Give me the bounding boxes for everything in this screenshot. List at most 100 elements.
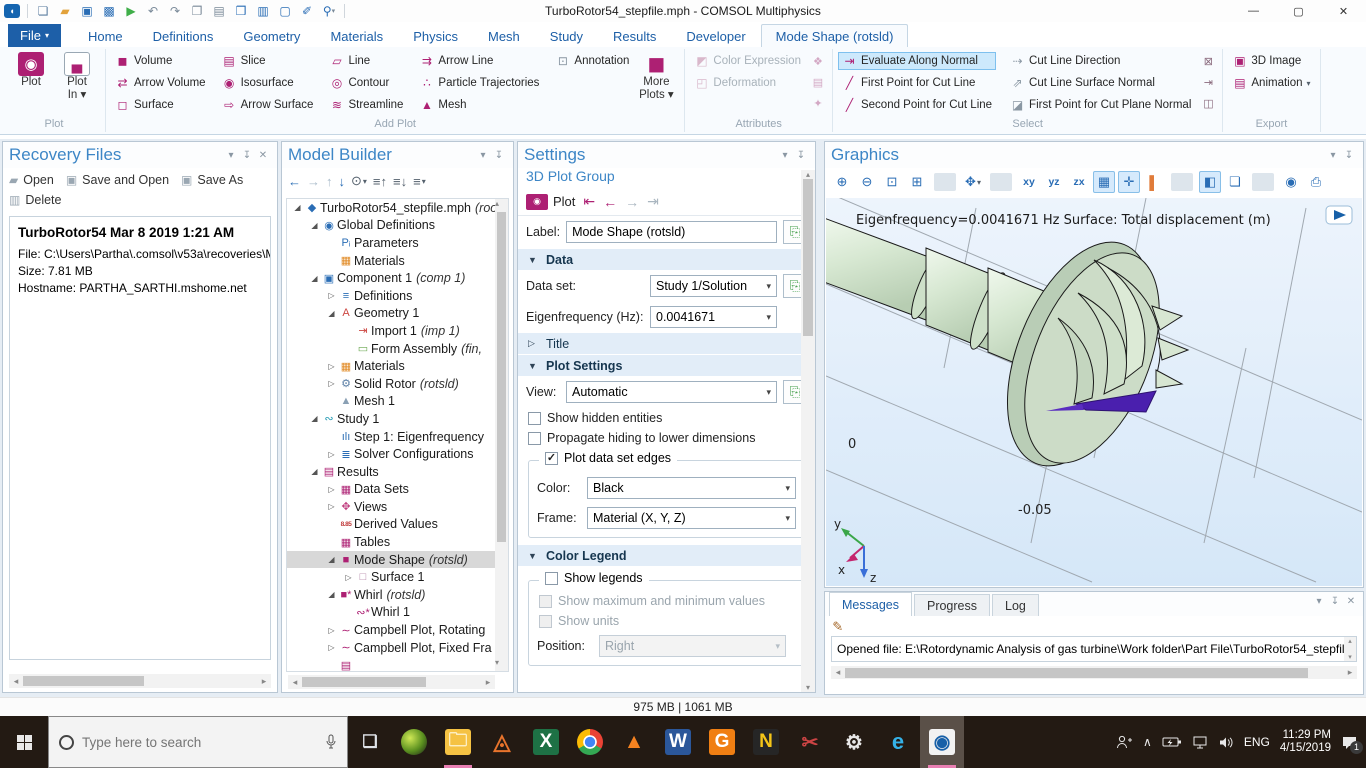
duplicate-icon[interactable]: ❒ — [231, 2, 251, 20]
show-legends-checkbox[interactable] — [545, 572, 558, 585]
zoom-selected-icon[interactable]: ⚲ ▾ — [319, 2, 339, 20]
pin-icon[interactable]: ↧ — [1341, 150, 1357, 161]
tab-developer[interactable]: Developer — [671, 24, 760, 47]
forward-icon[interactable]: → — [307, 174, 320, 189]
view-xy-icon[interactable]: xy — [1018, 171, 1040, 193]
color-expression-button[interactable]: ◩ Color Expression — [690, 52, 805, 70]
select-mini-2-button[interactable]: ⇥ — [1199, 73, 1217, 91]
go-last-icon[interactable]: ⇥ — [647, 193, 659, 210]
print-icon[interactable]: ⎙ — [1305, 171, 1327, 193]
add-plot-arrow-surface-button[interactable]: ⇨ Arrow Surface — [218, 96, 318, 114]
vertical-scrollbar[interactable]: ▴▾ — [1344, 637, 1356, 661]
grid-icon[interactable]: ▦ — [1093, 171, 1115, 193]
more-plots-button[interactable]: ◼ More Plots ▾ — [633, 50, 679, 102]
matlab[interactable]: ◬ — [480, 716, 524, 768]
tree-item-surface-1[interactable]: ▷ □ Surface 1 — [287, 568, 508, 586]
plot-button[interactable]: ◉ Plot — [8, 50, 54, 89]
horizontal-scrollbar[interactable]: ◂▸ — [288, 675, 495, 689]
vertical-scrollbar[interactable]: ▴▾ — [801, 170, 815, 692]
zoom-box-icon[interactable]: ⊡ — [881, 171, 903, 193]
run-icon[interactable]: ▶ — [121, 2, 141, 20]
minimize-button[interactable]: — — [1231, 0, 1276, 22]
node-options-icon[interactable]: ≡ ▾ — [413, 174, 426, 189]
tree-item-campbell-fixed[interactable]: ▷ ∼ Campbell Plot, Fixed Fra — [287, 639, 508, 657]
collapse-all-icon[interactable]: ≡↑ — [373, 174, 387, 189]
go-next-icon[interactable]: → — [625, 193, 639, 210]
app-green-ball[interactable] — [392, 716, 436, 768]
tree-item-step-1-eigenfrequency[interactable]: ılı Step 1: Eigenfrequency — [287, 428, 508, 446]
recovery-open-button[interactable]: ▰Open — [9, 173, 54, 187]
language-indicator[interactable]: ENG — [1244, 735, 1270, 749]
tab-messages[interactable]: Messages — [829, 592, 912, 616]
clock[interactable]: 11:29 PM 4/15/2019 — [1280, 729, 1331, 755]
section-title[interactable]: ▷ Title — [518, 332, 815, 354]
tree-item-results[interactable]: ◢ ▤ Results — [287, 463, 508, 481]
save-icon[interactable]: ▣ — [77, 2, 97, 20]
add-plot-arrow-line-button[interactable]: ⇉ Arrow Line — [415, 52, 543, 70]
tree-expander[interactable]: ▷ — [325, 485, 338, 494]
nitro-app[interactable]: N — [744, 716, 788, 768]
qat-divider[interactable] — [344, 4, 345, 18]
tree-expander[interactable]: ▷ — [325, 626, 338, 635]
add-plot-line-button[interactable]: ▱ Line — [325, 52, 407, 70]
comsol-app[interactable]: ◉ — [920, 716, 964, 768]
vertical-scrollbar[interactable]: ▴▾ — [495, 199, 508, 671]
color-legend-icon[interactable]: ▌ — [1143, 171, 1165, 193]
tree-expander[interactable]: ◢ — [291, 203, 304, 212]
tab-log[interactable]: Log — [992, 594, 1039, 616]
paste-icon[interactable]: ▤ — [209, 2, 229, 20]
tree-item-global-definitions[interactable]: ◢ ◉ Global Definitions — [287, 217, 508, 235]
tree-item-data-sets[interactable]: ▷ ▦ Data Sets — [287, 481, 508, 499]
tree-expander[interactable]: ▷ — [325, 291, 338, 300]
attributes-mini-2-button[interactable]: ▤ — [809, 73, 827, 91]
tree-expander[interactable]: ◢ — [325, 590, 338, 599]
add-plot-annotation-button[interactable]: ⊡ Annotation — [551, 52, 633, 70]
undo-icon[interactable]: ↶ — [143, 2, 163, 20]
tree-item-tables[interactable]: ▦ Tables — [287, 533, 508, 551]
tree-item-mesh-1[interactable]: ▲ Mesh 1 — [287, 393, 508, 411]
data-set-dropdown[interactable]: Study 1/Solution ▾ — [650, 275, 777, 297]
tree-item-definitions[interactable]: ▷ ≡ Definitions — [287, 287, 508, 305]
recovery-delete-button[interactable]: ▥Delete — [9, 193, 61, 207]
file-menu-button[interactable]: File ▾ — [8, 24, 61, 47]
action-center-icon[interactable]: 1 — [1341, 735, 1358, 750]
tree-item-derived-values[interactable]: 8.85 Derived Values — [287, 516, 508, 534]
chrome[interactable] — [568, 716, 612, 768]
tree-expander[interactable]: ◢ — [325, 309, 338, 318]
tree-item-campbell-rotating[interactable]: ▷ ∼ Campbell Plot, Rotating — [287, 621, 508, 639]
edge-color-dropdown[interactable]: Black ▾ — [587, 477, 796, 499]
add-plot-arrow-volume-button[interactable]: ⇄ Arrow Volume — [111, 74, 210, 92]
deformation-button[interactable]: ◰ Deformation — [690, 74, 805, 92]
tree-expander[interactable]: ◢ — [325, 555, 338, 564]
add-plot-mesh-button[interactable]: ▲ Mesh — [415, 96, 543, 114]
go-previous-icon[interactable]: ← — [603, 193, 617, 210]
close-button[interactable]: ✕ — [1321, 0, 1366, 22]
back-icon[interactable]: ← — [288, 174, 301, 189]
tab-geometry[interactable]: Geometry — [228, 24, 315, 47]
panel-menu-icon[interactable]: ▾ — [1325, 150, 1341, 161]
label-input[interactable]: Mode Shape (rotsld) — [566, 221, 777, 243]
vlc[interactable]: ▲ — [612, 716, 656, 768]
tree-item-import-1[interactable]: ⇥ Import 1 (imp 1) — [287, 322, 508, 340]
save-as-icon[interactable]: ▩ — [99, 2, 119, 20]
tree-expander[interactable]: ◢ — [308, 221, 321, 230]
tree-expander[interactable]: ◢ — [308, 414, 321, 423]
search-input[interactable] — [82, 735, 317, 750]
recovery-save-as-button[interactable]: ▣Save As — [181, 173, 243, 187]
copy-icon[interactable]: ❐ — [187, 2, 207, 20]
select-mini-1-button[interactable]: ⊠ — [1199, 52, 1217, 70]
chevron-up-icon[interactable]: ∧ — [1143, 735, 1152, 749]
show-units-checkbox[interactable] — [539, 615, 552, 628]
tree-item-component-1[interactable]: ◢ ▣ Component 1 (comp 1) — [287, 269, 508, 287]
tree-item-partial[interactable]: ▤ — [287, 656, 508, 672]
move-up-icon[interactable]: ↑ — [326, 174, 333, 189]
snapshot-icon[interactable]: ◉ — [1280, 171, 1302, 193]
default-view-icon[interactable]: ✥ ▾ — [962, 171, 984, 193]
pin-icon[interactable]: ↧ — [491, 150, 507, 161]
graphics-canvas[interactable]: Eigenfrequency=0.0041671 Hz Surface: Tot… — [826, 198, 1362, 586]
tree-item-study-1[interactable]: ◢ ∾ Study 1 — [287, 410, 508, 428]
attributes-mini-1-button[interactable]: ❖ — [809, 52, 827, 70]
comsol-logo-icon[interactable]: ◖ — [4, 4, 20, 18]
export-animation-button[interactable]: ▤ Animation ▾ — [1228, 74, 1314, 92]
plot-data-set-edges-checkbox[interactable]: ✓ — [545, 452, 558, 465]
